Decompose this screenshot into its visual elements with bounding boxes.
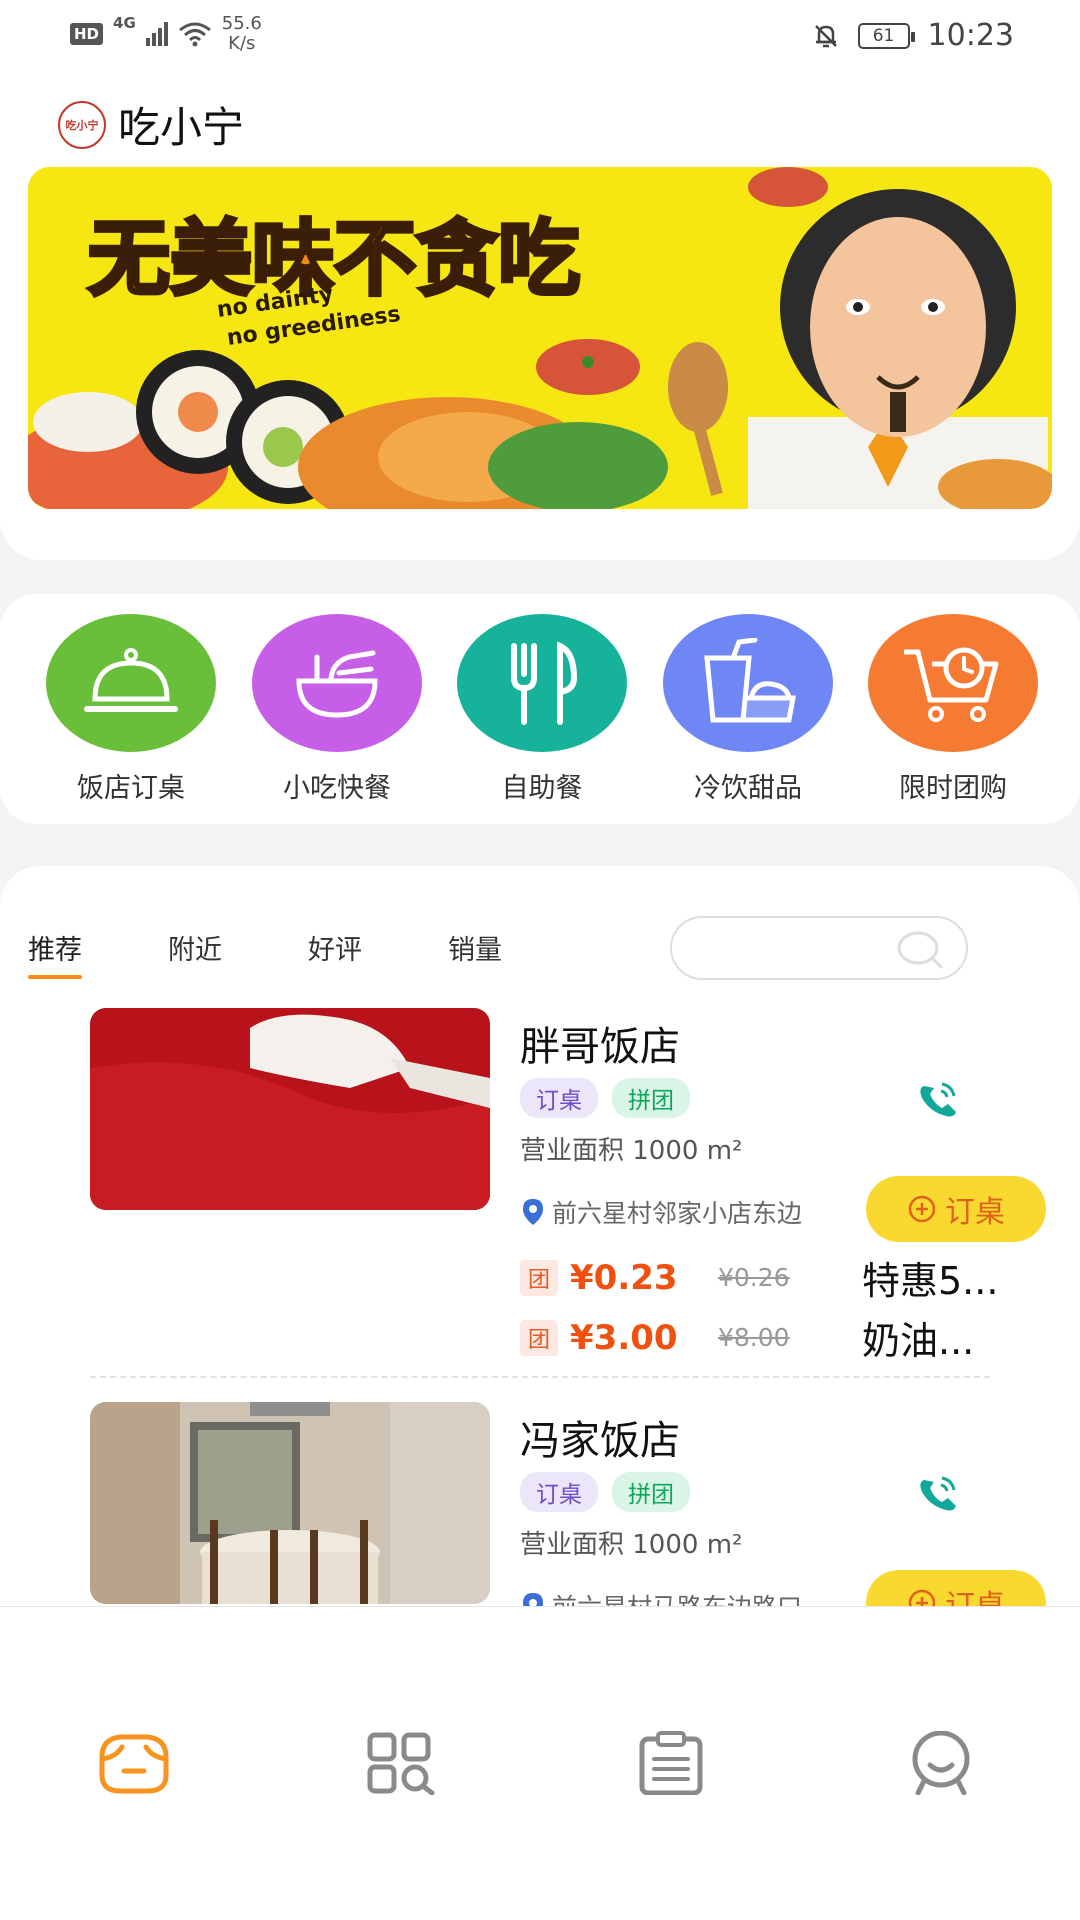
group-badge: 团 bbox=[520, 1319, 558, 1356]
restaurant-tags: 订桌 拼团 bbox=[520, 1078, 690, 1118]
app-title: 吃小宁 bbox=[118, 103, 245, 152]
category-buffet[interactable]: 自助餐 bbox=[457, 614, 627, 805]
nav-orders[interactable] bbox=[636, 1731, 706, 1799]
status-right: 61 10:23 bbox=[812, 18, 1014, 53]
group-badge: 团 bbox=[520, 1259, 558, 1296]
tag-groupbuy: 拼团 bbox=[612, 1472, 690, 1512]
tag-booking: 订桌 bbox=[520, 1078, 598, 1118]
category-snack-fastfood[interactable]: 小吃快餐 bbox=[252, 614, 422, 805]
restaurant-photo[interactable] bbox=[90, 1008, 490, 1210]
location-pin-icon bbox=[523, 1593, 543, 1606]
category-flash-groupbuy[interactable]: 限时团购 bbox=[868, 614, 1038, 805]
deal-item[interactable]: 团 ¥0.23 ¥0.26 特惠5... bbox=[520, 1250, 998, 1305]
hd-indicator: HD bbox=[70, 23, 104, 45]
home-icon bbox=[99, 1734, 169, 1794]
category-restaurant-booking[interactable]: 饭店订桌 bbox=[46, 614, 216, 805]
clock: 10:23 bbox=[927, 18, 1014, 53]
battery-level: 61 bbox=[872, 25, 895, 46]
book-table-button[interactable]: 订桌 bbox=[866, 1570, 1046, 1606]
restaurant-tags: 订桌 拼团 bbox=[520, 1472, 690, 1512]
timer-cart-icon bbox=[868, 614, 1038, 752]
speed-value: 55.6 bbox=[221, 13, 262, 34]
restaurant-item[interactable]: 胖哥饭店 订桌 拼团 营业面积 1000 m² 前六星村邻家小店东边 订桌 团 … bbox=[90, 1008, 1046, 1388]
category-label: 限时团购 bbox=[899, 773, 1007, 804]
restaurant-photo[interactable] bbox=[90, 1402, 490, 1604]
nav-discover[interactable] bbox=[364, 1731, 440, 1799]
location-pin-icon bbox=[523, 1199, 543, 1225]
restaurant-name[interactable]: 胖哥饭店 bbox=[520, 1014, 680, 1072]
tab-top-rated[interactable]: 好评 bbox=[308, 928, 362, 975]
deal-name: 奶油... bbox=[862, 1319, 975, 1363]
address: 前六星村马路东边路口 bbox=[520, 1588, 802, 1606]
deal-original-price: ¥8.00 bbox=[718, 1323, 790, 1352]
book-table-label: 订桌 bbox=[945, 1581, 1005, 1606]
category-card: 饭店订桌 小吃快餐 自助餐 冷饮甜品 限时团购 bbox=[0, 594, 1080, 824]
category-label: 自助餐 bbox=[501, 773, 583, 804]
category-drinks-desserts[interactable]: 冷饮甜品 bbox=[663, 614, 833, 805]
signal-icon bbox=[145, 22, 168, 46]
deal-name: 特惠5... bbox=[862, 1259, 999, 1303]
phone-icon[interactable] bbox=[916, 1080, 960, 1120]
phone-icon[interactable] bbox=[916, 1474, 960, 1514]
business-area: 营业面积 1000 m² bbox=[520, 1530, 743, 1560]
address-text: 前六星村马路东边路口 bbox=[552, 1588, 802, 1606]
drink-cake-icon bbox=[663, 614, 833, 752]
deal-price: ¥3.00 bbox=[570, 1317, 678, 1358]
nav-profile[interactable] bbox=[906, 1730, 976, 1799]
tab-recommended[interactable]: 推荐 bbox=[28, 928, 82, 979]
app-brand: 吃小宁 吃小宁 bbox=[58, 94, 244, 155]
plus-circle-icon bbox=[908, 1589, 936, 1606]
logo-text: 吃小宁 bbox=[65, 118, 99, 132]
book-table-button[interactable]: 订桌 bbox=[866, 1176, 1046, 1242]
category-label: 饭店订桌 bbox=[77, 773, 185, 804]
restaurant-list-card: 推荐 附近 好评 销量 胖哥饭店 订桌 拼团 营业面积 1000 m² 前六星村… bbox=[0, 866, 1080, 1606]
promo-banner[interactable]: 无美味不贪吃 no dainty no greediness bbox=[28, 167, 1052, 509]
deal-item[interactable]: 团 ¥3.00 ¥8.00 奶油... bbox=[520, 1310, 974, 1365]
discover-icon bbox=[367, 1732, 435, 1796]
battery-icon: 61 bbox=[857, 22, 915, 49]
book-table-label: 订桌 bbox=[945, 1195, 1005, 1230]
plus-circle-icon bbox=[908, 1195, 936, 1223]
deal-original-price: ¥0.26 bbox=[718, 1263, 790, 1292]
network-type: 4G bbox=[113, 14, 136, 32]
address: 前六星村邻家小店东边 bbox=[520, 1194, 802, 1230]
sort-tabs: 推荐 附近 好评 销量 bbox=[28, 928, 502, 979]
orders-icon bbox=[639, 1731, 703, 1796]
category-label: 冷饮甜品 bbox=[694, 773, 802, 804]
nav-home[interactable] bbox=[96, 1731, 172, 1799]
fork-knife-icon bbox=[457, 614, 627, 752]
status-left: HD 4G 55.6 K/s bbox=[70, 14, 262, 54]
restaurant-item[interactable]: 冯家饭店 订桌 拼团 营业面积 1000 m² 前六星村马路东边路口 订桌 bbox=[90, 1402, 1046, 1606]
mute-bell-icon bbox=[814, 24, 837, 47]
noodle-bowl-icon bbox=[252, 614, 422, 752]
address-text: 前六星村邻家小店东边 bbox=[552, 1199, 803, 1228]
search-icon[interactable] bbox=[896, 930, 944, 970]
header-card: 吃小宁 吃小宁 无美味不贪吃 no dainty no greediness bbox=[0, 72, 1080, 560]
tag-booking: 订桌 bbox=[520, 1472, 598, 1512]
status-bar: HD 4G 55.6 K/s 61 10:23 bbox=[0, 0, 1080, 72]
app-logo: 吃小宁 bbox=[58, 100, 106, 149]
tab-sales[interactable]: 销量 bbox=[448, 928, 502, 975]
bottom-nav bbox=[0, 1606, 1080, 1920]
profile-icon bbox=[912, 1730, 970, 1796]
cloche-icon bbox=[46, 614, 216, 752]
divider bbox=[90, 1376, 990, 1378]
business-area: 营业面积 1000 m² bbox=[520, 1136, 743, 1166]
restaurant-name[interactable]: 冯家饭店 bbox=[520, 1408, 680, 1466]
banner-headline: 无美味不贪吃 bbox=[88, 212, 580, 307]
banner-illustration: 无美味不贪吃 no dainty no greediness bbox=[28, 167, 1052, 509]
deal-price: ¥0.23 bbox=[570, 1257, 678, 1298]
search-input[interactable] bbox=[670, 916, 968, 980]
network-speed: 55.6 K/s bbox=[222, 14, 262, 54]
tag-groupbuy: 拼团 bbox=[612, 1078, 690, 1118]
speed-unit: K/s bbox=[228, 33, 256, 54]
category-label: 小吃快餐 bbox=[283, 773, 391, 804]
wifi-icon bbox=[178, 22, 211, 47]
tab-nearby[interactable]: 附近 bbox=[168, 928, 222, 975]
